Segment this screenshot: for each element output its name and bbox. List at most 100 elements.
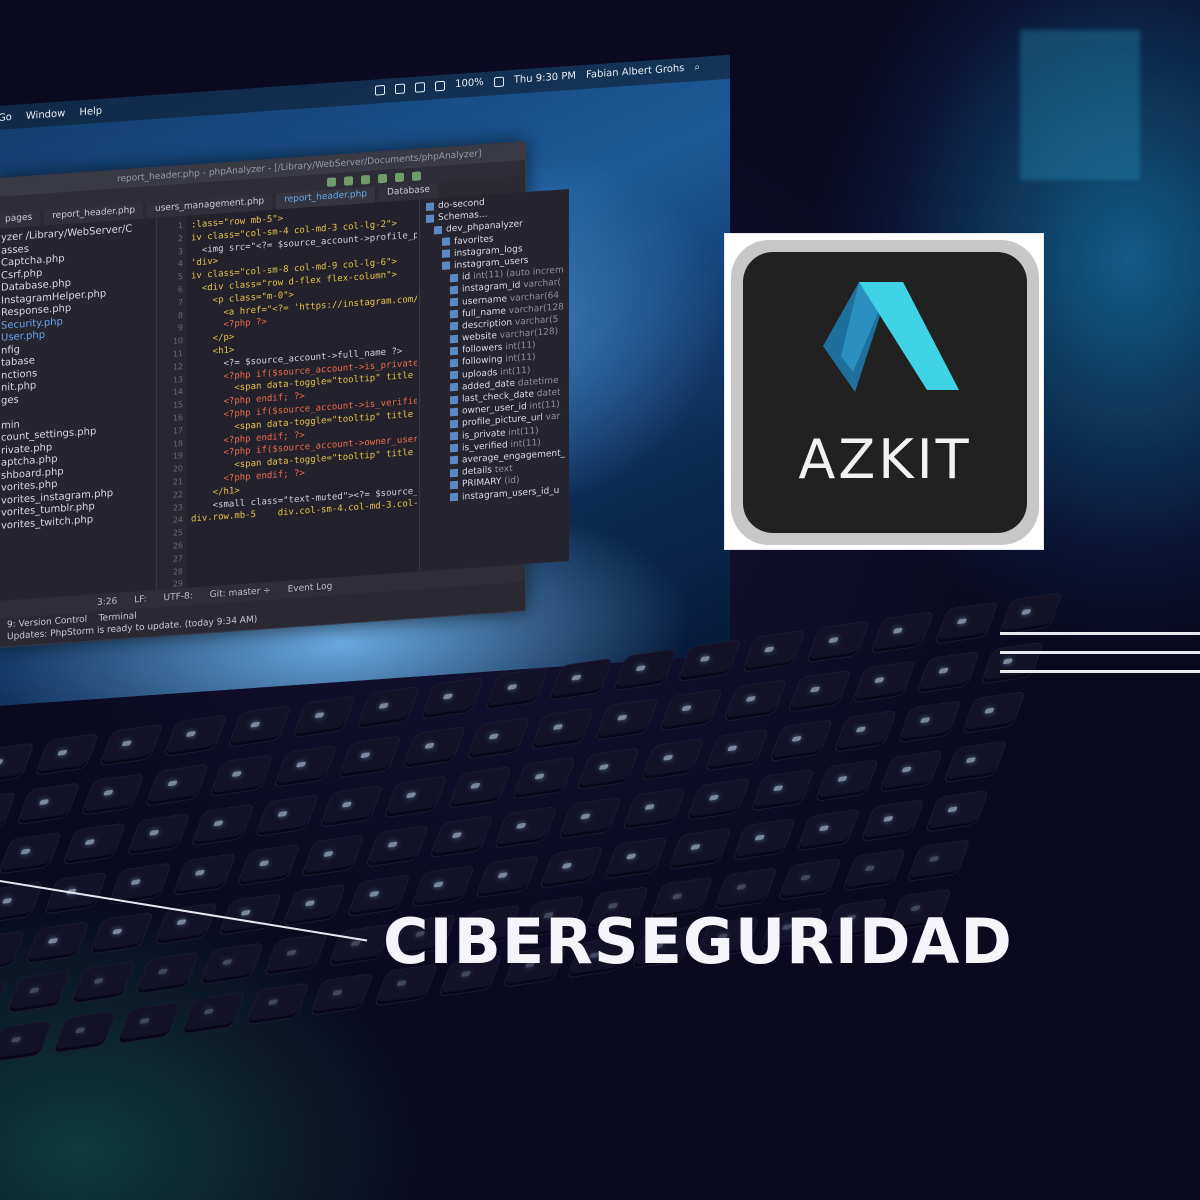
- keyboard-key: [72, 962, 135, 1003]
- git-branch[interactable]: Git: master ÷: [210, 586, 271, 600]
- spotlight-icon[interactable]: ⌕: [694, 62, 700, 73]
- stripe: [1000, 670, 1200, 673]
- keyboard-key: [384, 776, 447, 818]
- db-item-type: (id): [504, 475, 520, 487]
- encoding[interactable]: UTF-8:: [164, 591, 193, 603]
- history-icon[interactable]: [395, 172, 404, 182]
- keyboard-key: [366, 825, 428, 867]
- keyboard-key: [274, 745, 337, 787]
- azkit-logo-card: AZKIT: [724, 233, 1044, 550]
- camera-icon[interactable]: [375, 84, 386, 96]
- cursor-position[interactable]: 3:26: [97, 597, 117, 608]
- volume-icon[interactable]: [435, 80, 446, 91]
- decorative-stripes: [1000, 632, 1200, 689]
- background-glow: [1020, 30, 1140, 180]
- keyboard-key: [861, 800, 924, 841]
- keyboard-key: [0, 792, 16, 834]
- keyboard-key: [660, 689, 722, 731]
- table-icon: [450, 395, 458, 404]
- table-icon: [450, 492, 458, 502]
- keyboard-key: [0, 743, 34, 785]
- keyboard-key: [210, 755, 273, 797]
- bluetooth-icon[interactable]: [395, 82, 406, 94]
- keyboard-key: [320, 785, 383, 827]
- vcs-commit-icon[interactable]: [378, 173, 387, 183]
- keyboard-key: [0, 980, 6, 1022]
- keyboard-key: [182, 992, 245, 1034]
- table-icon: [450, 309, 458, 319]
- keyboard-key: [962, 692, 1025, 733]
- menu-go[interactable]: Go: [0, 111, 12, 123]
- keyboard-key: [191, 804, 254, 846]
- keyboard-key: [944, 741, 1007, 783]
- keyboard-key: [797, 809, 860, 851]
- db-item-label: id: [462, 271, 474, 283]
- keyboard-key: [448, 767, 511, 808]
- table-icon: [442, 237, 450, 246]
- keyboard-key: [329, 924, 392, 966]
- terminal-tab[interactable]: Terminal: [99, 611, 137, 624]
- menubar-clock[interactable]: Thu 9:30 PM: [514, 71, 576, 86]
- line-number: 22: [172, 489, 183, 500]
- line-numbers: 1 2 3 4 5 6 7 8 9 10 11 12 13 14 15 16 17 18 19 20 21 22 23 24 2…: [157, 215, 187, 627]
- keyboard-key: [641, 738, 704, 780]
- wifi-icon[interactable]: [415, 81, 426, 93]
- event-log[interactable]: Event Log: [288, 582, 333, 595]
- table-icon: [450, 322, 458, 331]
- table-icon: [450, 358, 458, 368]
- logo-frame: AZKIT: [731, 240, 1039, 545]
- menu-help[interactable]: Help: [79, 105, 102, 118]
- keyboard-key: [558, 797, 621, 839]
- keyboard-key: [843, 849, 906, 891]
- keyboard-key: [301, 835, 364, 877]
- keyboard-key: [714, 868, 777, 910]
- ide-window: report_header.php - phpAnalyzer - [/Libr…: [0, 141, 569, 649]
- keyboard-key: [733, 818, 796, 860]
- keyboard-key: [200, 943, 263, 985]
- keyboard-key: [898, 701, 961, 743]
- line-number: 27: [172, 553, 183, 564]
- project-tree: yzer /Library/WebServer/C asses Captcha.p…: [0, 217, 157, 602]
- keyboard-key: [687, 778, 750, 820]
- vcs-update-icon[interactable]: [361, 174, 370, 185]
- keyboard-key: [926, 790, 988, 832]
- keyboard-key: [513, 757, 575, 799]
- battery-icon[interactable]: [493, 76, 504, 87]
- headline: CIBERSEGURIDAD: [383, 905, 1013, 978]
- azkit-logo-icon: [823, 282, 959, 392]
- table-icon: [450, 431, 458, 441]
- line-ending[interactable]: LF:: [134, 595, 147, 606]
- keyboard-key: [531, 708, 594, 750]
- db-item-type: var: [545, 412, 561, 424]
- keyboard-key: [907, 840, 970, 881]
- code-editor[interactable]: :lass="row mb-5"> iv class="col-sm-4 col-…: [191, 200, 417, 588]
- db-item-type: int(11): [508, 425, 539, 438]
- stripe: [1000, 651, 1200, 654]
- keyboard-key: [237, 844, 300, 886]
- battery-percent[interactable]: 100%: [455, 77, 484, 90]
- keyboard-key: [53, 1011, 116, 1053]
- table-icon: [450, 456, 458, 465]
- keyboard-key: [411, 865, 474, 907]
- keyboard-key: [26, 922, 89, 963]
- stripe: [1000, 632, 1200, 635]
- keyboard-key: [770, 720, 832, 761]
- line-number: 12: [172, 361, 183, 372]
- search-icon[interactable]: [412, 170, 421, 181]
- db-item-type: text: [494, 464, 513, 476]
- keyboard-key: [494, 807, 557, 848]
- keyboard-key: [246, 983, 309, 1025]
- logo-body: AZKIT: [743, 252, 1027, 533]
- table-icon: [450, 285, 458, 295]
- menubar-user[interactable]: Fabian Albert Grohs: [586, 63, 684, 81]
- keyboard-key: [8, 971, 70, 1013]
- keyboard-key: [127, 814, 190, 855]
- debug-icon[interactable]: [344, 175, 353, 186]
- keyboard-key: [283, 884, 346, 926]
- db-item-type: int(11): [529, 399, 560, 412]
- db-item-type: int(11): [505, 340, 536, 353]
- table-icon: [450, 273, 458, 282]
- menu-window[interactable]: Window: [26, 108, 65, 122]
- keyboard-key: [146, 764, 208, 806]
- run-icon[interactable]: [327, 176, 336, 187]
